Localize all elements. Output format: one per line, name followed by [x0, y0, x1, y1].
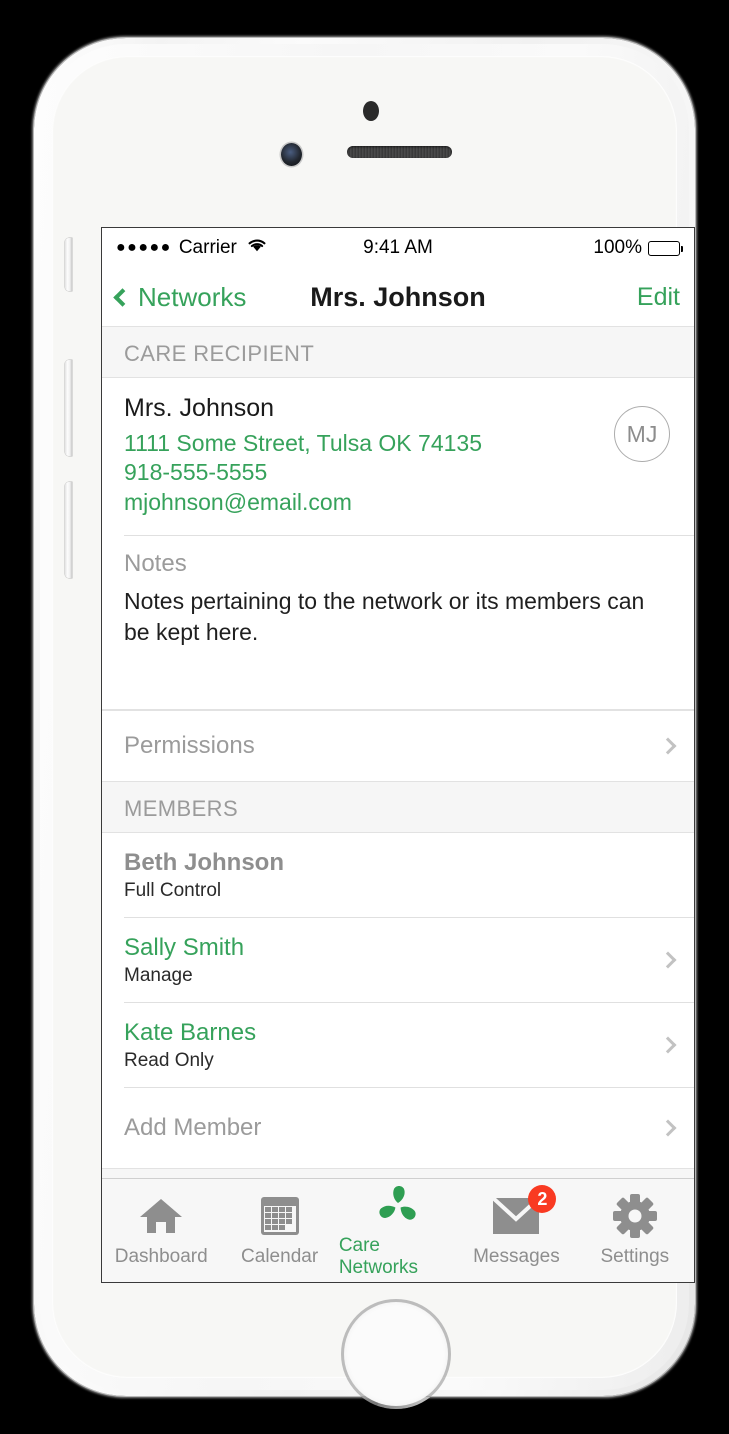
- care-recipient-name: Mrs. Johnson: [124, 394, 275, 422]
- proximity-sensor-icon: [363, 101, 379, 121]
- tab-label: Care Networks: [338, 1235, 418, 1278]
- content-bottom-gap: [102, 1168, 694, 1178]
- notes-spacer: [124, 647, 672, 689]
- tab-messages[interactable]: 2 Messages: [457, 1179, 575, 1282]
- chevron-right-icon: [659, 951, 677, 969]
- avatar: MJ: [614, 406, 670, 462]
- member-row-beth-johnson[interactable]: Beth Johnson Full Control: [102, 833, 694, 918]
- notes-block[interactable]: Notes Notes pertaining to the network or…: [102, 536, 694, 709]
- tab-label: Calendar: [241, 1246, 319, 1267]
- member-info: Beth Johnson Full Control: [124, 837, 650, 913]
- notes-body: Notes pertaining to the network or its m…: [124, 588, 645, 645]
- battery-percent-label: 100%: [593, 237, 642, 258]
- navigation-bar: Networks Mrs. Johnson Edit: [102, 268, 694, 326]
- care-recipient-row[interactable]: Mrs. Johnson 1111 Some Street, Tulsa OK …: [102, 378, 694, 535]
- mute-switch-button[interactable]: [65, 238, 72, 291]
- back-button-label: Networks: [138, 281, 247, 312]
- tab-label: Settings: [600, 1246, 670, 1267]
- battery-icon: [648, 240, 683, 256]
- edit-button[interactable]: Edit: [637, 283, 680, 312]
- status-bar: ●●●●● Carrier 9:41 AM 100%: [102, 228, 694, 268]
- care-recipient-email[interactable]: mjohnson@email.com: [124, 488, 614, 517]
- member-role: Read Only: [124, 1050, 214, 1072]
- member-role: Full Control: [124, 880, 222, 902]
- messages-badge: 2: [528, 1185, 557, 1213]
- member-row-kate-barnes[interactable]: Kate Barnes Read Only: [102, 1003, 694, 1088]
- chevron-right-icon: [659, 1036, 677, 1054]
- care-recipient-address[interactable]: 1111 Some Street, Tulsa OK 74135: [124, 429, 614, 458]
- tab-care-networks[interactable]: Care Networks: [339, 1179, 457, 1282]
- volume-down-button[interactable]: [65, 482, 72, 578]
- member-name: Sally Smith: [124, 933, 245, 961]
- chevron-right-icon: [659, 737, 677, 755]
- tab-dashboard[interactable]: Dashboard: [102, 1179, 220, 1282]
- wifi-icon: [246, 237, 268, 259]
- carrier-label: Carrier: [178, 237, 237, 258]
- permissions-row[interactable]: Permissions: [102, 711, 694, 782]
- gear-icon: [612, 1193, 657, 1239]
- calendar-icon: [259, 1193, 301, 1239]
- tab-bar: Dashboard Calendar Care Networks 2 Messa…: [102, 1178, 694, 1282]
- signal-strength-icon: ●●●●●: [116, 239, 172, 256]
- tab-label: Messages: [473, 1246, 560, 1267]
- chevron-right-icon: [659, 1119, 677, 1137]
- member-name: Kate Barnes: [124, 1018, 257, 1046]
- main-content: CARE RECIPIENT Mrs. Johnson 1111 Some St…: [102, 326, 694, 1178]
- member-role: Manage: [124, 965, 193, 987]
- add-member-row[interactable]: Add Member: [102, 1088, 694, 1169]
- member-name: Beth Johnson: [124, 848, 284, 876]
- chevron-left-icon: [113, 287, 132, 307]
- back-button[interactable]: Networks: [113, 281, 247, 313]
- tab-settings[interactable]: Settings: [576, 1179, 694, 1282]
- notes-label: Notes: [124, 550, 187, 578]
- member-row-sally-smith[interactable]: Sally Smith Manage: [102, 918, 694, 1003]
- home-button[interactable]: [341, 1299, 451, 1409]
- volume-up-button[interactable]: [65, 360, 72, 456]
- tab-label: Dashboard: [114, 1246, 208, 1267]
- permissions-label-wrap: Permissions: [124, 720, 650, 771]
- member-info: Sally Smith Manage: [124, 922, 650, 998]
- tab-calendar[interactable]: Calendar: [220, 1179, 338, 1282]
- phone-frame: ●●●●● Carrier 9:41 AM 100% Networks Mrs.…: [34, 38, 695, 1409]
- earpiece-speaker-icon: [347, 146, 452, 158]
- permissions-label: Permissions: [124, 732, 255, 760]
- home-icon: [138, 1193, 184, 1239]
- section-header-care-recipient: CARE RECIPIENT: [102, 326, 694, 378]
- envelope-icon: 2: [492, 1185, 557, 1239]
- front-camera-icon: [281, 143, 302, 166]
- add-member-label-wrap: Add Member: [124, 1102, 650, 1153]
- status-bar-left: ●●●●● Carrier: [116, 237, 268, 259]
- phone-screen: ●●●●● Carrier 9:41 AM 100% Networks Mrs.…: [102, 228, 694, 1282]
- care-recipient-details: Mrs. Johnson 1111 Some Street, Tulsa OK …: [124, 394, 614, 517]
- status-bar-right: 100%: [593, 237, 683, 259]
- section-header-members: MEMBERS: [102, 781, 694, 834]
- add-member-label: Add Member: [124, 1114, 262, 1142]
- care-recipient-phone[interactable]: 918-555-5555: [124, 458, 614, 487]
- care-recipient-card: Mrs. Johnson 1111 Some Street, Tulsa OK …: [102, 378, 694, 710]
- members-list: Beth Johnson Full Control Sally Smith Ma…: [102, 833, 694, 1169]
- member-info: Kate Barnes Read Only: [124, 1007, 650, 1083]
- care-networks-icon: [375, 1182, 421, 1228]
